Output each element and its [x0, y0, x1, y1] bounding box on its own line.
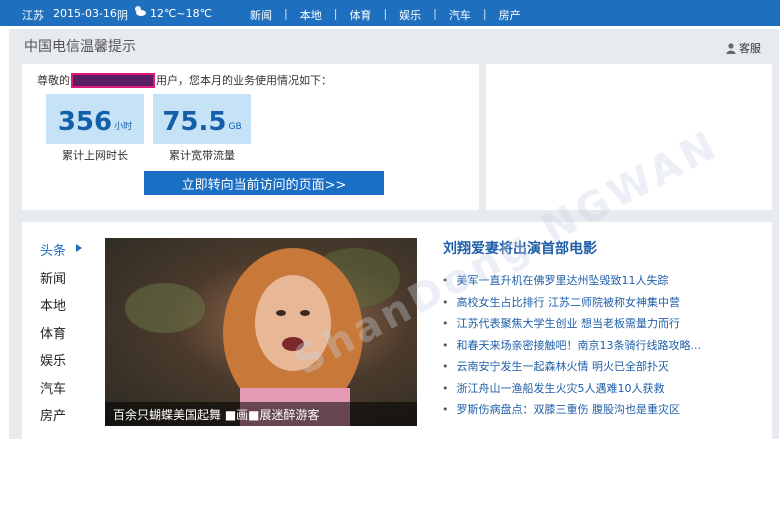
- go-to-page-button[interactable]: 立即转向当前访问的页面>>: [144, 171, 384, 195]
- bandwidth-value: 75.5: [162, 107, 227, 137]
- category-realestate[interactable]: 房产: [40, 405, 66, 433]
- nav-realestate[interactable]: 房产: [499, 7, 521, 23]
- category-sports[interactable]: 体育: [40, 323, 66, 351]
- news-module: 头条 新闻 本地 体育 娱乐 汽车 房产 百余只蝴蝶美国起舞 ■画■展迷醉游客: [22, 222, 772, 439]
- category-list: 头条 新闻 本地 体育 娱乐 汽车 房产: [40, 240, 82, 433]
- notice-panel: 中国电信温馨提示 客服 尊敬的 用户，您本月的业务使用情况如下： 356 小时 …: [9, 29, 779, 439]
- greeting-prefix: 尊敬的: [37, 74, 70, 87]
- nav-separator: |: [482, 7, 487, 20]
- news-item[interactable]: • 高校女生占比排行 江苏二师院被称女神集中营: [442, 294, 701, 316]
- user-icon: [726, 42, 736, 54]
- news-item[interactable]: • 罗斯伤病盘点：双膝三重伤 腹股沟也是重灾区: [442, 401, 701, 423]
- greeting: 尊敬的 用户，您本月的业务使用情况如下：: [37, 72, 332, 88]
- top-bar: 江苏 2015-03-16 阴 12℃~18℃ 新闻 | 本地 | 体育 | 娱…: [0, 0, 780, 26]
- nav-news[interactable]: 新闻: [250, 7, 272, 23]
- nav-local[interactable]: 本地: [300, 7, 322, 23]
- category-news[interactable]: 新闻: [40, 268, 66, 296]
- bandwidth-label: 累计宽带流量: [169, 149, 235, 162]
- nav-separator: |: [383, 7, 388, 20]
- arrow-right-icon: [76, 244, 82, 252]
- online-hours-unit: 小时: [114, 122, 133, 132]
- online-hours-label: 累计上网时长: [62, 149, 128, 162]
- panel-title: 中国电信温馨提示: [24, 39, 136, 55]
- bandwidth-stat: 75.5 GB: [153, 94, 251, 144]
- bandwidth-unit: GB: [228, 122, 242, 132]
- news-item[interactable]: • 美军一直升机在佛罗里达州坠毁致11人失踪: [442, 272, 701, 294]
- news-list: • 美军一直升机在佛罗里达州坠毁致11人失踪 • 高校女生占比排行 江苏二师院被称女…: [442, 272, 701, 423]
- category-auto[interactable]: 汽车: [40, 378, 66, 406]
- redacted-username: [71, 72, 155, 88]
- news-item[interactable]: • 浙江舟山一渔船发生火灾5人遇难10人获救: [442, 380, 701, 402]
- cloud-sun-icon: [135, 6, 146, 16]
- greeting-suffix: 用户，您本月的业务使用情况如下：: [156, 74, 332, 87]
- location-label: 江苏: [22, 9, 44, 22]
- category-entertainment[interactable]: 娱乐: [40, 350, 66, 378]
- featured-photo[interactable]: 百余只蝴蝶美国起舞 ■画■展迷醉游客: [105, 238, 417, 426]
- headline-link[interactable]: 刘翔爱妻将出演首部电影: [443, 238, 597, 258]
- customer-service-label: 客服: [739, 42, 761, 55]
- category-label: 头条: [40, 244, 67, 259]
- weather-label: 阴: [117, 9, 128, 22]
- news-item[interactable]: • 和春天来场亲密接触吧！南京13条骑行线路攻略...: [442, 337, 701, 359]
- temperature-label: 12℃~18℃: [150, 7, 212, 20]
- nav-auto[interactable]: 汽车: [449, 7, 471, 23]
- ad-card: [486, 64, 772, 210]
- top-nav: 新闻 | 本地 | 体育 | 娱乐 | 汽车 | 房产: [250, 7, 521, 23]
- category-headlines[interactable]: 头条: [40, 240, 82, 268]
- nav-sports[interactable]: 体育: [349, 7, 371, 23]
- photo-caption: 百余只蝴蝶美国起舞 ■画■展迷醉游客: [105, 402, 417, 426]
- customer-service-link[interactable]: 客服: [726, 40, 761, 56]
- news-item[interactable]: • 云南安宁发生一起森林火情 明火已全部扑灭: [442, 358, 701, 380]
- nav-separator: |: [284, 7, 288, 20]
- usage-card: 尊敬的 用户，您本月的业务使用情况如下： 356 小时 累计上网时长 75.5 …: [22, 64, 479, 210]
- photo-illustration: [125, 248, 400, 426]
- news-item[interactable]: • 江苏代表聚焦大学生创业 想当老板需量力而行: [442, 315, 701, 337]
- online-hours-stat: 356 小时: [46, 94, 144, 144]
- nav-separator: |: [433, 7, 437, 20]
- date-label: 2015-03-16: [53, 7, 117, 20]
- online-hours-value: 356: [57, 107, 113, 137]
- nav-separator: |: [333, 7, 338, 20]
- nav-entertainment[interactable]: 娱乐: [399, 7, 421, 23]
- category-local[interactable]: 本地: [40, 295, 66, 323]
